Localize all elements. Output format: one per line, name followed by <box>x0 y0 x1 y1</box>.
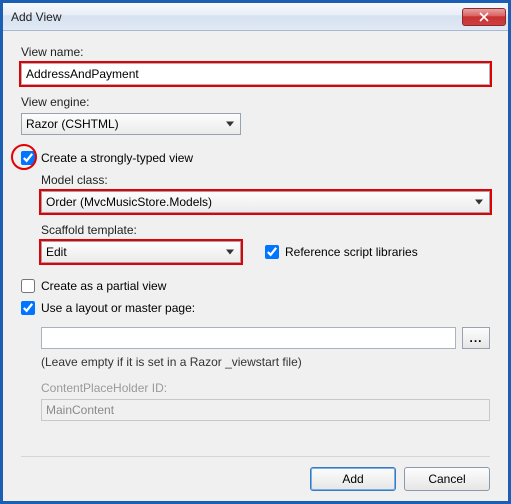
strongly-typed-label: Create a strongly-typed view <box>41 151 193 165</box>
button-row: Add Cancel <box>21 456 490 491</box>
close-button[interactable] <box>462 8 506 26</box>
browse-button[interactable]: ... <box>462 327 490 349</box>
strongly-typed-checkbox[interactable] <box>21 151 35 165</box>
use-layout-checkbox[interactable] <box>21 301 35 315</box>
scaffold-label: Scaffold template: <box>41 223 490 237</box>
partial-view-label: Create as a partial view <box>41 279 166 293</box>
model-class-label: Model class: <box>41 173 490 187</box>
scaffold-combo[interactable]: Edit <box>41 241 241 263</box>
add-button[interactable]: Add <box>310 467 396 491</box>
layout-hint: (Leave empty if it is set in a Razor _vi… <box>41 355 490 369</box>
view-engine-value: Razor (CSHTML) <box>26 117 119 131</box>
model-class-combo[interactable]: Order (MvcMusicStore.Models) <box>41 191 490 213</box>
scaffold-value: Edit <box>46 245 67 259</box>
cph-input <box>41 399 490 421</box>
reference-scripts-label: Reference script libraries <box>285 245 418 259</box>
use-layout-label: Use a layout or master page: <box>41 301 195 315</box>
cph-label: ContentPlaceHolder ID: <box>41 381 490 395</box>
model-class-value: Order (MvcMusicStore.Models) <box>46 195 212 209</box>
reference-scripts-checkbox[interactable] <box>265 245 279 259</box>
partial-view-checkbox[interactable] <box>21 279 35 293</box>
chevron-down-icon <box>226 122 234 127</box>
layout-path-input[interactable] <box>41 327 456 349</box>
dialog-body: View name: View engine: Razor (CSHTML) C… <box>3 31 508 501</box>
chevron-down-icon <box>475 200 483 205</box>
titlebar: Add View <box>3 3 508 31</box>
chevron-down-icon <box>226 250 234 255</box>
view-name-label: View name: <box>21 45 490 59</box>
cancel-button[interactable]: Cancel <box>404 467 490 491</box>
view-engine-label: View engine: <box>21 95 490 109</box>
close-icon <box>479 12 489 22</box>
view-engine-combo[interactable]: Razor (CSHTML) <box>21 113 241 135</box>
view-name-input[interactable] <box>21 63 490 85</box>
window-title: Add View <box>11 10 462 24</box>
add-view-dialog: Add View View name: View engine: Razor (… <box>0 0 511 504</box>
